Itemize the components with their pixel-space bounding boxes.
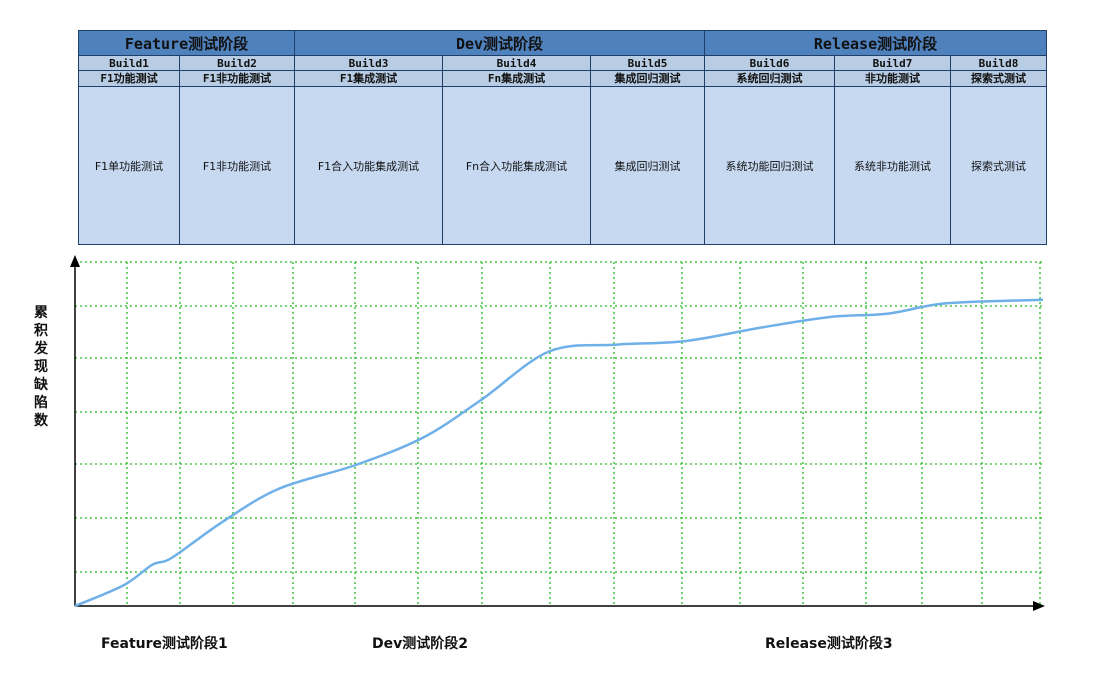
- test-description-cell: 系统非功能测试: [834, 86, 952, 245]
- test-description-cell: 探索式测试: [950, 86, 1048, 245]
- test-description-cell: F1单功能测试: [78, 86, 180, 245]
- y-axis-arrow: [70, 255, 80, 267]
- test-type-cell: 集成回归测试: [589, 70, 706, 87]
- defect-trend-chart: [70, 255, 1045, 611]
- test-description-cell: 集成回归测试: [589, 86, 706, 245]
- x-category-label: Release测试阶段3: [765, 636, 893, 652]
- test-description-cell: F1非功能测试: [179, 86, 295, 245]
- test-description-cell: Fn合入功能集成测试: [442, 86, 591, 245]
- build-cell: Build4: [442, 55, 591, 71]
- x-axis-arrow: [1033, 601, 1045, 611]
- test-description-cell: F1合入功能集成测试: [294, 86, 443, 245]
- build-cell: Build2: [179, 55, 295, 71]
- test-type-cell: 系统回归测试: [704, 70, 836, 87]
- x-category-label: Dev测试阶段2: [372, 636, 468, 652]
- test-type-cell: F1非功能测试: [179, 70, 295, 87]
- build-cell: Build1: [78, 55, 180, 71]
- series-group: [74, 298, 1044, 608]
- build-cell: Build7: [834, 55, 952, 71]
- test-type-cell: 非功能测试: [834, 70, 952, 87]
- build-cell: Build6: [704, 55, 836, 71]
- x-category-label: Feature测试阶段1: [101, 636, 228, 652]
- series-line: [74, 298, 1044, 608]
- build-cell: Build8: [950, 55, 1048, 71]
- test-type-cell: F1集成测试: [294, 70, 443, 87]
- chart-grid: [75, 261, 1043, 606]
- test-type-cell: 探索式测试: [950, 70, 1048, 87]
- test-type-cell: F1功能测试: [78, 70, 180, 87]
- phase-header-release: Release测试阶段: [704, 30, 1048, 56]
- test-type-cell: Fn集成测试: [442, 70, 591, 87]
- test-phase-table: Feature测试阶段 Dev测试阶段 Release测试阶段 Build1 B…: [78, 30, 1048, 245]
- test-description-cell: 系统功能回归测试: [704, 86, 836, 245]
- build-cell: Build3: [294, 55, 443, 71]
- phase-header-dev: Dev测试阶段: [293, 30, 706, 56]
- phase-header-feature: Feature测试阶段: [78, 30, 295, 56]
- build-cell: Build5: [589, 55, 706, 71]
